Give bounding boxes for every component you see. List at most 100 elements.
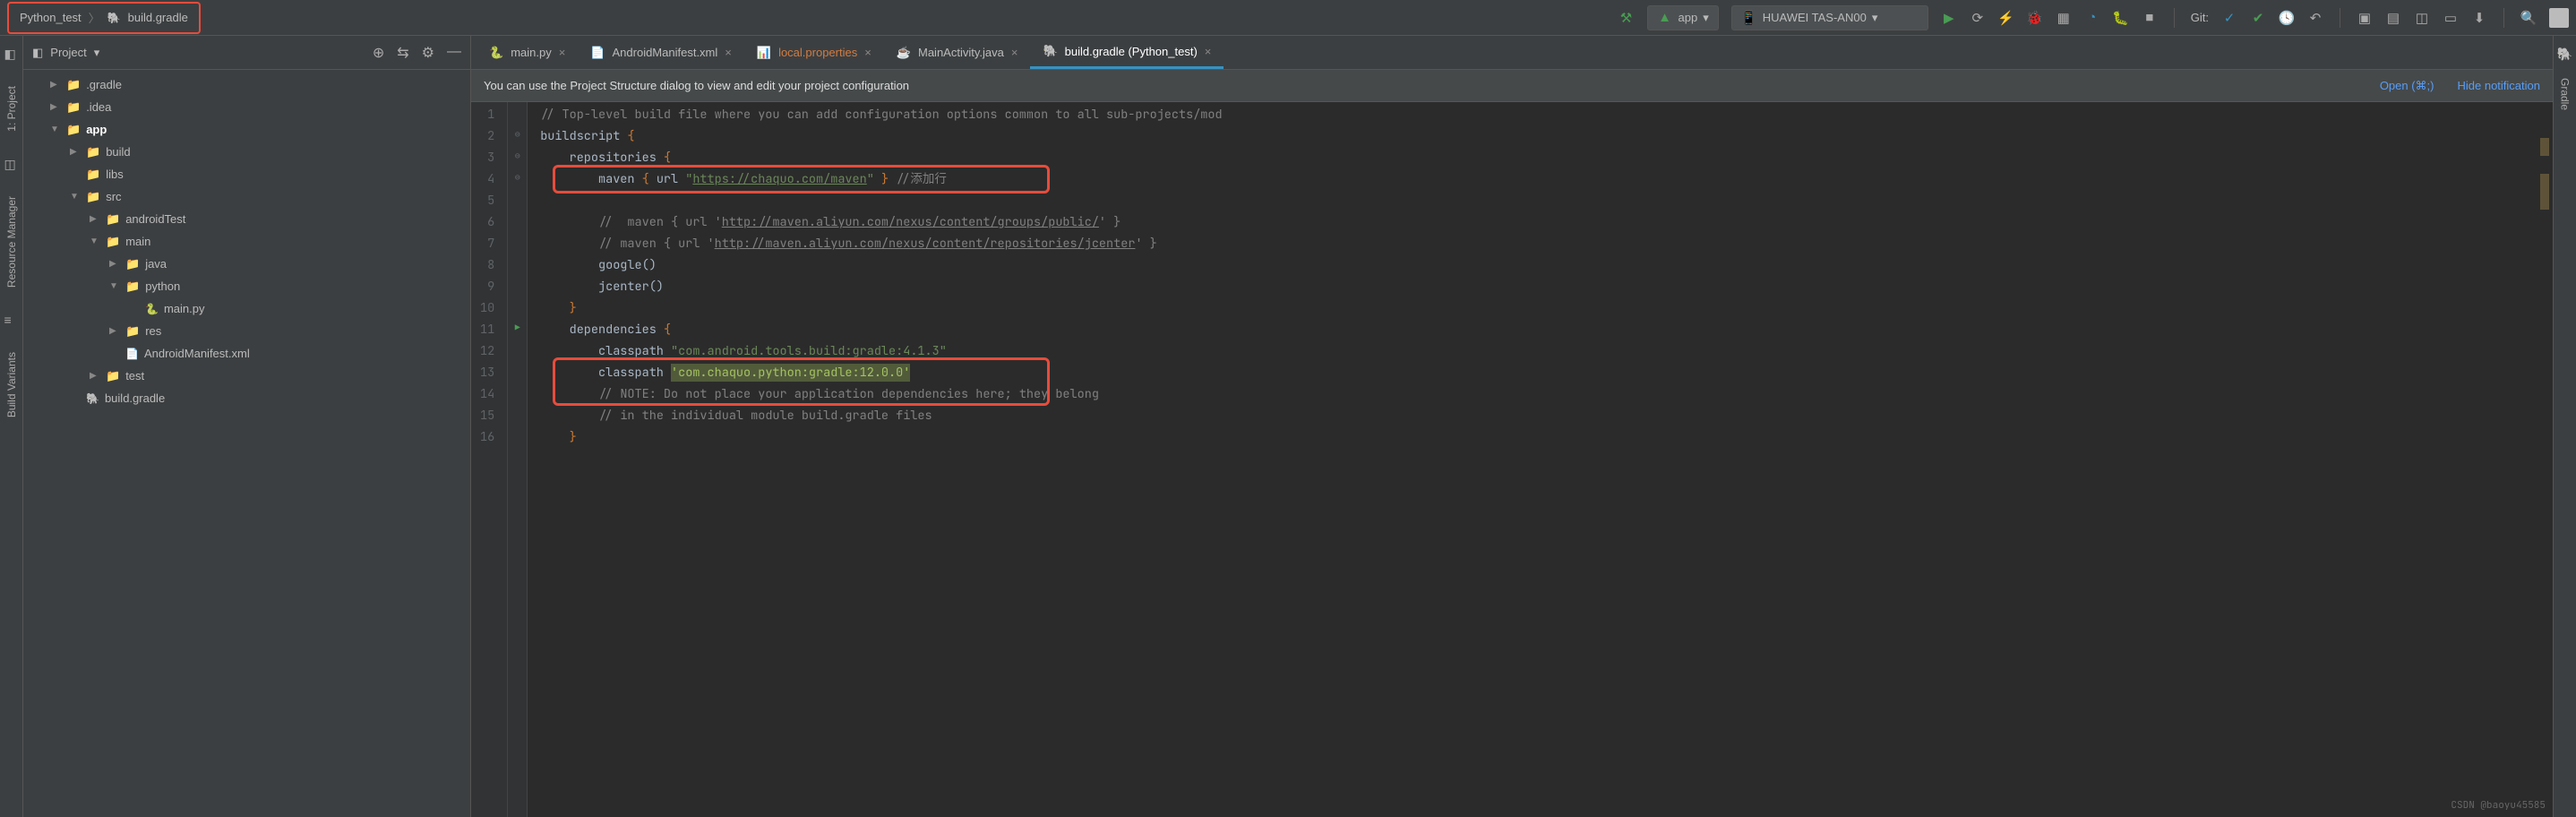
line-number[interactable]: 2 (480, 125, 494, 147)
line-number[interactable]: 16 (480, 426, 494, 448)
project-tree[interactable]: ▶📁.gradle▶📁.idea▼📁app▶📁build📁libs▼📁src▶📁… (23, 70, 470, 817)
project-tool-icon[interactable]: ◧ (4, 47, 19, 61)
code-content[interactable]: // Top-level build file where you can ad… (528, 102, 2553, 817)
build-variants-tool-icon[interactable]: ≡ (4, 313, 19, 327)
left-tab-build-variants[interactable]: Build Variants (5, 343, 18, 426)
breadcrumb-project[interactable]: Python_test (20, 11, 82, 24)
code-line[interactable]: // maven { url 'http://maven.aliyun.com/… (540, 233, 2553, 254)
banner-open-link[interactable]: Open (⌘;) (2380, 79, 2434, 93)
line-number[interactable]: 6 (480, 211, 494, 233)
code-line[interactable]: // Top-level build file where you can ad… (540, 104, 2553, 125)
close-icon[interactable]: × (1205, 45, 1212, 58)
tree-item[interactable]: ▼📁app (23, 118, 470, 141)
code-line[interactable]: // in the individual module build.gradle… (540, 405, 2553, 426)
tree-item[interactable]: ▶📁java (23, 253, 470, 275)
breadcrumb-file[interactable]: build.gradle (128, 11, 188, 24)
git-rollback-icon[interactable]: ↶ (2307, 10, 2323, 26)
tree-arrow-icon[interactable]: ▶ (109, 326, 120, 336)
line-number[interactable]: 11 (480, 319, 494, 340)
tree-arrow-icon[interactable]: ▶ (90, 371, 100, 381)
select-opened-file-icon[interactable]: ⊕ (373, 44, 384, 62)
code-line[interactable]: repositories { (540, 147, 2553, 168)
sync-icon[interactable]: ⬇ (2471, 10, 2487, 26)
tree-arrow-icon[interactable]: ▶ (50, 102, 61, 112)
tree-arrow-icon[interactable]: ▼ (50, 125, 61, 134)
code-line[interactable] (540, 190, 2553, 211)
tree-item[interactable]: ▶📁res (23, 320, 470, 342)
line-number[interactable]: 12 (480, 340, 494, 362)
code-line[interactable]: buildscript { (540, 125, 2553, 147)
fold-marker[interactable]: ⊖ (508, 167, 527, 188)
tree-item[interactable]: ▶📁build (23, 141, 470, 163)
hammer-icon[interactable]: ⚒ (1619, 10, 1635, 26)
run-config-app[interactable]: ▲ app ▾ (1647, 5, 1719, 30)
fold-marker[interactable]: ⊖ (508, 124, 527, 145)
code-line[interactable]: classpath "com.android.tools.build:gradl… (540, 340, 2553, 362)
line-number[interactable]: 3 (480, 147, 494, 168)
tree-arrow-icon[interactable]: ▶ (109, 259, 120, 269)
breadcrumb[interactable]: Python_test 〉 🐘 build.gradle (7, 2, 201, 34)
code-line[interactable]: google() (540, 254, 2553, 276)
code-line[interactable]: // NOTE: Do not place your application d… (540, 383, 2553, 405)
close-icon[interactable]: × (559, 46, 566, 59)
tree-arrow-icon[interactable]: ▼ (70, 192, 81, 202)
gradle-tool-icon[interactable]: 🐘 (2557, 47, 2572, 62)
line-number-gutter[interactable]: 12345678910111213141516 (471, 102, 508, 817)
expand-all-icon[interactable]: ⇆ (397, 44, 408, 62)
run-icon[interactable]: ▶ (1941, 10, 1957, 26)
run-config-device[interactable]: 📱 HUAWEI TAS-AN00 ▾ (1731, 5, 1928, 30)
code-editor[interactable]: 12345678910111213141516 ⊖⊖⊖▶ // Top-leve… (471, 102, 2553, 817)
tree-item[interactable]: ▼📁src (23, 185, 470, 208)
line-number[interactable]: 1 (480, 104, 494, 125)
fold-marker[interactable] (508, 188, 527, 210)
tree-item[interactable]: 🐍main.py (23, 297, 470, 320)
git-commit-icon[interactable]: ✔ (2250, 10, 2266, 26)
code-line[interactable]: jcenter() (540, 276, 2553, 297)
fold-marker[interactable] (508, 339, 527, 360)
fold-marker[interactable] (508, 296, 527, 317)
tree-item[interactable]: ▼📁main (23, 230, 470, 253)
device-file-explorer-icon[interactable]: ▭ (2443, 10, 2459, 26)
tree-item[interactable]: ▶📁.gradle (23, 73, 470, 96)
tree-item[interactable]: ▶📁androidTest (23, 208, 470, 230)
line-number[interactable]: 5 (480, 190, 494, 211)
resource-manager-icon[interactable]: ◫ (2414, 10, 2430, 26)
tree-arrow-icon[interactable]: ▶ (90, 214, 100, 224)
sdk-manager-icon[interactable]: ▤ (2385, 10, 2401, 26)
code-line[interactable]: dependencies { (540, 319, 2553, 340)
hide-icon[interactable]: — (447, 44, 461, 62)
apply-changes-icon[interactable]: ⚡ (1998, 10, 2014, 26)
editor-tab[interactable]: 📊local.properties× (744, 36, 884, 69)
fold-marker[interactable] (508, 425, 527, 446)
line-number[interactable]: 15 (480, 405, 494, 426)
line-number[interactable]: 10 (480, 297, 494, 319)
close-icon[interactable]: × (1011, 46, 1018, 59)
editor-tab[interactable]: 🐘build.gradle (Python_test)× (1030, 36, 1224, 69)
close-icon[interactable]: × (864, 46, 872, 59)
tree-item[interactable]: 🐘build.gradle (23, 387, 470, 409)
fold-marker[interactable] (508, 231, 527, 253)
code-line[interactable]: } (540, 297, 2553, 319)
tree-item[interactable]: 📄AndroidManifest.xml (23, 342, 470, 365)
git-update-icon[interactable]: ✓ (2221, 10, 2237, 26)
profiler-icon[interactable]: ◔ (2084, 10, 2100, 26)
right-tab-gradle[interactable]: Gradle (2559, 71, 2572, 117)
fold-marker[interactable] (508, 210, 527, 231)
fold-marker[interactable] (508, 403, 527, 425)
line-number[interactable]: 4 (480, 168, 494, 190)
fold-marker[interactable] (508, 274, 527, 296)
left-tab-project[interactable]: 1: Project (5, 77, 18, 141)
coverage-icon[interactable]: ▦ (2056, 10, 2072, 26)
gear-icon[interactable]: ⚙ (422, 44, 434, 62)
editor-tab[interactable]: 🐍main.py× (477, 36, 578, 69)
editor-tab[interactable]: ☕MainActivity.java× (884, 36, 1031, 69)
tree-arrow-icon[interactable]: ▶ (50, 80, 61, 90)
attach-debugger-icon[interactable]: 🐛 (2113, 10, 2129, 26)
editor-tab[interactable]: 📄AndroidManifest.xml× (578, 36, 744, 69)
code-line[interactable]: // maven { url 'http://maven.aliyun.com/… (540, 211, 2553, 233)
avatar-icon[interactable] (2549, 8, 2569, 28)
fold-gutter[interactable]: ⊖⊖⊖▶ (508, 102, 528, 817)
git-history-icon[interactable]: 🕓 (2279, 10, 2295, 26)
chevron-down-icon[interactable]: ▾ (94, 46, 100, 60)
left-tab-resource-manager[interactable]: Resource Manager (5, 187, 18, 297)
